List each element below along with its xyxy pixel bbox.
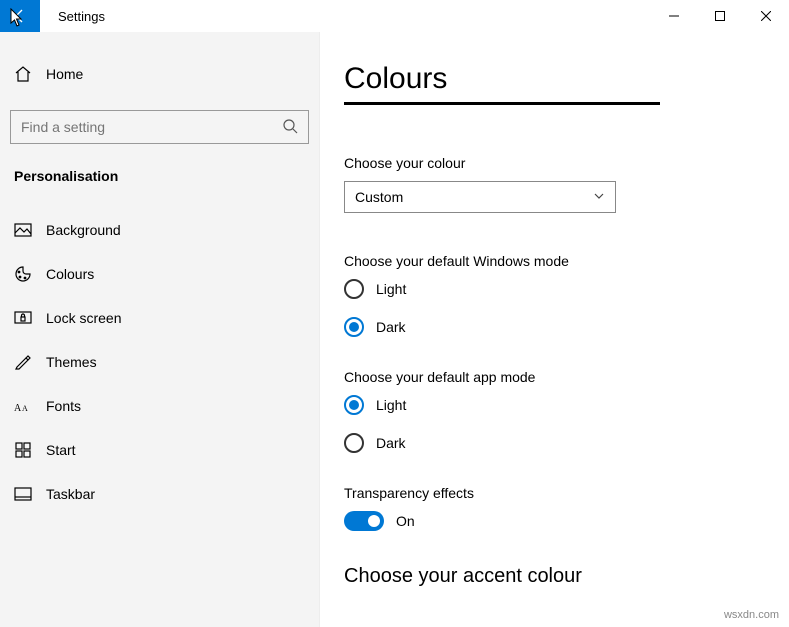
toggle-state: On bbox=[396, 513, 415, 529]
nav-start[interactable]: Start bbox=[0, 428, 319, 472]
window-title: Settings bbox=[58, 9, 651, 24]
choose-colour-label: Choose your colour bbox=[344, 155, 789, 171]
close-button[interactable] bbox=[743, 0, 789, 32]
maximize-button[interactable] bbox=[697, 0, 743, 32]
transparency-label: Transparency effects bbox=[344, 485, 789, 501]
svg-text:A: A bbox=[14, 403, 22, 413]
search-field[interactable] bbox=[21, 119, 282, 135]
radio-label: Dark bbox=[376, 319, 406, 335]
nav-label: Start bbox=[46, 442, 76, 458]
app-mode-label: Choose your default app mode bbox=[344, 369, 789, 385]
content-pane: Colours Choose your colour Custom Choose… bbox=[320, 32, 789, 627]
title-underline bbox=[344, 102, 660, 105]
start-icon bbox=[14, 441, 32, 459]
nav-label: Lock screen bbox=[46, 310, 121, 326]
page-title: Colours bbox=[344, 62, 789, 96]
chevron-down-icon bbox=[593, 189, 605, 205]
category-header: Personalisation bbox=[0, 168, 319, 184]
window-controls bbox=[651, 0, 789, 32]
minimize-button[interactable] bbox=[651, 0, 697, 32]
theme-icon bbox=[14, 353, 32, 371]
nav-background[interactable]: Background bbox=[0, 208, 319, 252]
radio-icon bbox=[344, 433, 364, 453]
palette-icon bbox=[14, 265, 32, 283]
nav-themes[interactable]: Themes bbox=[0, 340, 319, 384]
search-icon bbox=[282, 118, 298, 137]
titlebar: Settings bbox=[0, 0, 789, 32]
nav-fonts[interactable]: AA Fonts bbox=[0, 384, 319, 428]
dropdown-value: Custom bbox=[355, 189, 403, 205]
svg-text:A: A bbox=[22, 404, 28, 413]
nav-taskbar[interactable]: Taskbar bbox=[0, 472, 319, 516]
search-input[interactable] bbox=[10, 110, 309, 144]
radio-icon bbox=[344, 317, 364, 337]
taskbar-icon bbox=[14, 485, 32, 503]
sidebar-home[interactable]: Home bbox=[0, 52, 319, 96]
image-icon bbox=[14, 221, 32, 239]
radio-label: Light bbox=[376, 281, 406, 297]
nav-colours[interactable]: Colours bbox=[0, 252, 319, 296]
nav-label: Themes bbox=[46, 354, 97, 370]
radio-label: Dark bbox=[376, 435, 406, 451]
fonts-icon: AA bbox=[14, 397, 32, 415]
home-label: Home bbox=[46, 66, 83, 82]
nav-lockscreen[interactable]: Lock screen bbox=[0, 296, 319, 340]
nav-label: Colours bbox=[46, 266, 94, 282]
transparency-toggle[interactable]: On bbox=[344, 511, 789, 531]
home-icon bbox=[14, 65, 32, 83]
windows-mode-label: Choose your default Windows mode bbox=[344, 253, 789, 269]
sidebar: Home Personalisation Background Colours bbox=[0, 32, 320, 627]
lockscreen-icon bbox=[14, 309, 32, 327]
colour-dropdown[interactable]: Custom bbox=[344, 181, 616, 213]
app-mode-light[interactable]: Light bbox=[344, 395, 789, 415]
radio-icon bbox=[344, 279, 364, 299]
accent-heading: Choose your accent colour bbox=[344, 565, 789, 588]
nav-label: Taskbar bbox=[46, 486, 95, 502]
radio-icon bbox=[344, 395, 364, 415]
app-mode-dark[interactable]: Dark bbox=[344, 433, 789, 453]
nav-label: Fonts bbox=[46, 398, 81, 414]
nav-label: Background bbox=[46, 222, 121, 238]
watermark: wsxdn.com bbox=[724, 609, 779, 621]
radio-label: Light bbox=[376, 397, 406, 413]
windows-mode-dark[interactable]: Dark bbox=[344, 317, 789, 337]
back-button[interactable] bbox=[0, 0, 40, 32]
toggle-switch-icon bbox=[344, 511, 384, 531]
windows-mode-light[interactable]: Light bbox=[344, 279, 789, 299]
